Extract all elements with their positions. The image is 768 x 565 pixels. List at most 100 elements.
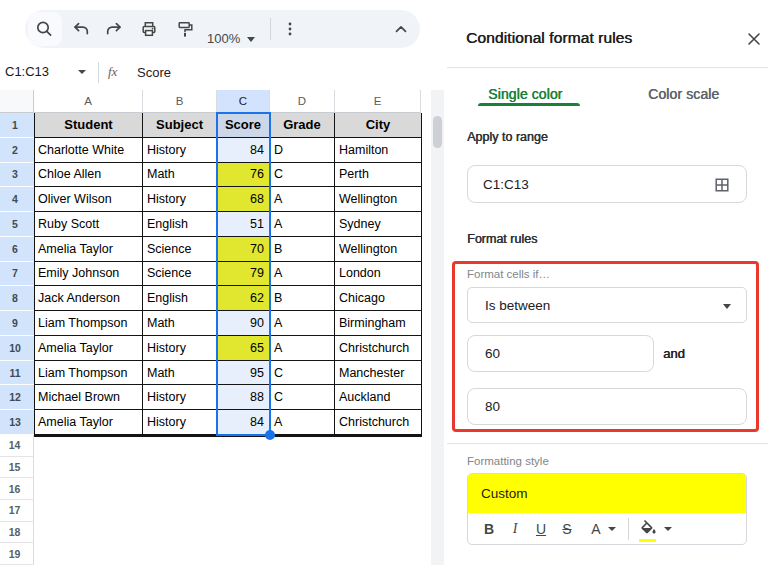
row-header-10[interactable]: 10	[0, 336, 34, 361]
italic-button[interactable]: I	[502, 521, 528, 537]
column-header-D[interactable]: D	[270, 90, 335, 113]
cell-D9[interactable]: A	[270, 311, 335, 336]
cell-B6[interactable]: Science	[143, 237, 217, 262]
column-header-E[interactable]: E	[335, 90, 421, 113]
vertical-scrollbar-thumb[interactable]	[433, 116, 442, 148]
cell-A7[interactable]: Emily Johnson	[34, 262, 143, 287]
cell-C6[interactable]: 70	[217, 237, 270, 262]
cell-C4[interactable]: 68	[217, 187, 270, 212]
cell-E5[interactable]: Sydney	[335, 212, 422, 237]
row-header-15[interactable]: 15	[0, 457, 34, 479]
row-header-11[interactable]: 11	[0, 361, 34, 386]
row-header-8[interactable]: 8	[0, 286, 34, 311]
text-color-dropdown-icon[interactable]	[608, 527, 616, 531]
cell-A5[interactable]: Ruby Scott	[34, 212, 143, 237]
cell-A8[interactable]: Jack Anderson	[34, 286, 143, 311]
cell-B4[interactable]: History	[143, 187, 217, 212]
cell-B13[interactable]: History	[143, 410, 217, 435]
cell-D11[interactable]: C	[270, 361, 335, 386]
cell-D1[interactable]: Grade	[270, 113, 335, 138]
row-header-5[interactable]: 5	[0, 212, 34, 237]
cell-A10[interactable]: Amelia Taylor	[34, 336, 143, 361]
cell-D4[interactable]: A	[270, 187, 335, 212]
cell-D2[interactable]: D	[270, 138, 335, 163]
cell-E1[interactable]: City	[335, 113, 422, 138]
select-range-icon[interactable]	[713, 176, 731, 194]
cell-E2[interactable]: Hamilton	[335, 138, 422, 163]
cell-A4[interactable]: Oliver Wilson	[34, 187, 143, 212]
cell-A2[interactable]: Charlotte White	[34, 138, 143, 163]
cell-D7[interactable]: A	[270, 262, 335, 287]
row-header-18[interactable]: 18	[0, 522, 34, 544]
cell-B2[interactable]: History	[143, 138, 217, 163]
fill-color-button[interactable]	[639, 520, 658, 539]
row-header-9[interactable]: 9	[0, 311, 34, 336]
cell-E12[interactable]: Auckland	[335, 385, 422, 410]
bold-button[interactable]: B	[476, 521, 502, 537]
grid-corner-box[interactable]	[0, 90, 34, 113]
cell-B7[interactable]: Science	[143, 262, 217, 287]
cell-C7[interactable]: 79	[217, 262, 270, 287]
cell-B3[interactable]: Math	[143, 163, 217, 188]
row-header-14[interactable]: 14	[0, 435, 34, 457]
text-color-button[interactable]: A	[586, 521, 606, 537]
row-header-3[interactable]: 3	[0, 163, 34, 188]
row-header-12[interactable]: 12	[0, 385, 34, 410]
close-icon[interactable]	[747, 32, 761, 46]
cell-B12[interactable]: History	[143, 385, 217, 410]
tab-color-scale[interactable]: Color scale	[648, 86, 719, 102]
row-header-2[interactable]: 2	[0, 138, 34, 163]
cell-C11[interactable]: 95	[217, 361, 270, 386]
strikethrough-button[interactable]: S	[554, 521, 580, 537]
cell-C8[interactable]: 62	[217, 286, 270, 311]
cell-E11[interactable]: Manchester	[335, 361, 422, 386]
cell-E10[interactable]: Christchurch	[335, 336, 422, 361]
cell-E4[interactable]: Wellington	[335, 187, 422, 212]
row-header-6[interactable]: 6	[0, 237, 34, 262]
cell-D12[interactable]: C	[270, 385, 335, 410]
row-header-13[interactable]: 13	[0, 410, 34, 435]
column-header-A[interactable]: A	[34, 90, 143, 113]
cell-E7[interactable]: London	[335, 262, 422, 287]
column-header-B[interactable]: B	[143, 90, 217, 113]
cell-A9[interactable]: Liam Thompson	[34, 311, 143, 336]
underline-button[interactable]: U	[528, 521, 554, 537]
column-header-C[interactable]: C	[217, 90, 270, 113]
cell-D6[interactable]: B	[270, 237, 335, 262]
cell-D3[interactable]: C	[270, 163, 335, 188]
row-header-1[interactable]: 1	[0, 113, 34, 138]
row-header-17[interactable]: 17	[0, 500, 34, 522]
cell-E8[interactable]: Chicago	[335, 286, 422, 311]
cell-C2[interactable]: 84	[217, 138, 270, 163]
cell-C10[interactable]: 65	[217, 336, 270, 361]
cell-B8[interactable]: English	[143, 286, 217, 311]
cell-D10[interactable]: A	[270, 336, 335, 361]
cell-E13[interactable]: Christchurch	[335, 410, 422, 435]
cell-E6[interactable]: Wellington	[335, 237, 422, 262]
cell-C13[interactable]: 84	[217, 410, 270, 435]
cell-B1[interactable]: Subject	[143, 113, 217, 138]
selection-fill-handle[interactable]	[265, 430, 275, 440]
row-header-4[interactable]: 4	[0, 187, 34, 212]
cell-D5[interactable]: A	[270, 212, 335, 237]
fill-color-dropdown-icon[interactable]	[664, 527, 672, 531]
cell-C3[interactable]: 76	[217, 163, 270, 188]
cell-B11[interactable]: Math	[143, 361, 217, 386]
cell-B10[interactable]: History	[143, 336, 217, 361]
cell-A13[interactable]: Amelia Taylor	[34, 410, 143, 435]
cell-B9[interactable]: Math	[143, 311, 217, 336]
cell-D13[interactable]: A	[270, 410, 335, 435]
cell-B5[interactable]: English	[143, 212, 217, 237]
cell-A1[interactable]: Student	[34, 113, 143, 138]
cell-A11[interactable]: Liam Thompson	[34, 361, 143, 386]
range-input[interactable]: C1:C13	[467, 165, 747, 203]
row-header-7[interactable]: 7	[0, 262, 34, 287]
cell-C1[interactable]: Score	[217, 113, 270, 138]
cell-A6[interactable]: Amelia Taylor	[34, 237, 143, 262]
cell-A12[interactable]: Michael Brown	[34, 385, 143, 410]
row-header-16[interactable]: 16	[0, 478, 34, 500]
tab-single-color[interactable]: Single color	[488, 86, 562, 102]
row-header-19[interactable]: 19	[0, 543, 34, 565]
vertical-scrollbar-track[interactable]	[431, 90, 444, 565]
cell-A3[interactable]: Chloe Allen	[34, 163, 143, 188]
